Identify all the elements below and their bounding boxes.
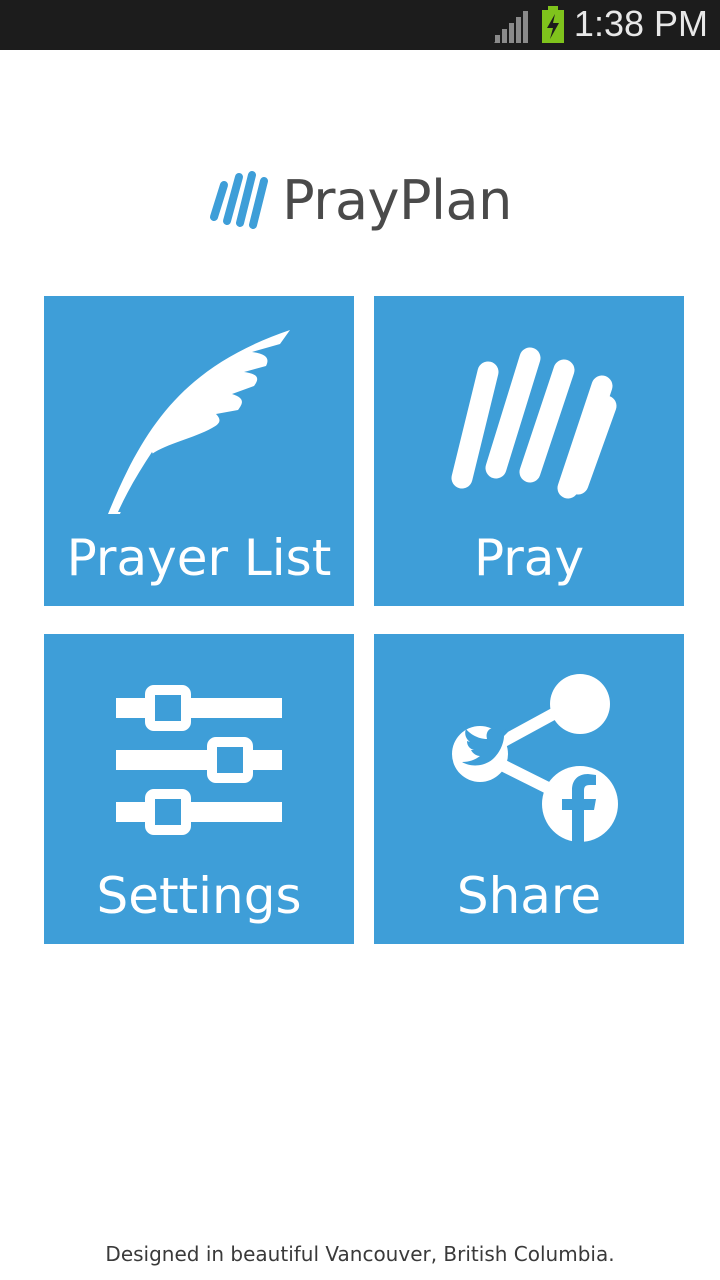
battery-charging-icon <box>542 6 564 43</box>
sliders-icon <box>116 685 282 835</box>
signal-bars-icon <box>494 11 528 43</box>
status-time: 1:38 PM <box>573 3 708 44</box>
status-bar: 1:38 PM <box>0 0 720 50</box>
app-title: PrayPlan <box>282 168 512 232</box>
prayer-list-tile[interactable]: Prayer List <box>44 296 354 606</box>
app-logo: PrayPlan <box>0 160 720 240</box>
settings-tile[interactable]: Settings <box>44 634 354 944</box>
prayer-list-label: Prayer List <box>66 529 332 587</box>
share-social-icon <box>452 674 618 842</box>
pray-tile[interactable]: Pray <box>374 296 684 606</box>
settings-label: Settings <box>96 867 302 925</box>
share-label: Share <box>456 867 602 925</box>
feather-quill-icon <box>108 330 290 514</box>
footer-credit: Designed in beautiful Vancouver, British… <box>105 1242 615 1266</box>
share-tile[interactable]: Share <box>374 634 684 944</box>
prayplan-hand-icon <box>210 171 269 229</box>
pray-label: Pray <box>473 529 585 587</box>
praying-hand-icon <box>451 347 617 499</box>
